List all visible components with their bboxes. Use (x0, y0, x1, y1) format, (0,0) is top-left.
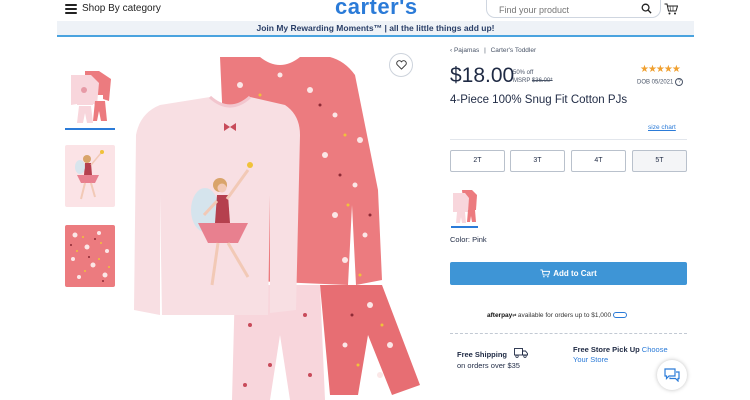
dashed-divider (450, 333, 687, 334)
afterpay-info: afterpay⇄ available for orders up to $1,… (487, 312, 628, 319)
menu-icon[interactable] (65, 4, 77, 14)
msrp-label: MSRP (513, 78, 531, 84)
color-swatch-pink[interactable] (450, 186, 478, 224)
free-shipping-title: Free Shipping (457, 350, 508, 359)
price-discount: 50% off MSRP $36.00* (513, 69, 553, 85)
thumbnail-pajama-set[interactable] (65, 65, 115, 125)
color-swatch-image (453, 190, 477, 223)
size-option-3t[interactable]: 3T (510, 150, 565, 172)
breadcrumb: ‹ Pajamas | Carter's Toddler (450, 47, 539, 54)
product-title: 4-Piece 100% Snug Fit Cotton PJs (450, 94, 628, 106)
site-header: Shop By category carter's (0, 0, 750, 20)
floral-fabric-image (70, 231, 110, 282)
search-icon[interactable] (641, 3, 652, 14)
size-option-2t[interactable]: 2T (450, 150, 505, 172)
size-option-5t[interactable]: 5T (632, 150, 687, 172)
divider (450, 139, 687, 140)
swatch-selected-indicator (451, 226, 478, 228)
chat-icon (664, 368, 680, 382)
size-option-4t[interactable]: 4T (571, 150, 626, 172)
cart-icon (540, 269, 551, 278)
pajama-set-thumbnail-image (71, 71, 111, 123)
choose-store-link[interactable]: Choose (642, 345, 668, 354)
breadcrumb-separator: | (484, 47, 486, 54)
date-of-birth-info: DOB 05/2021? (637, 78, 684, 86)
heart-icon (395, 60, 407, 70)
ballerina-detail-image (75, 150, 104, 200)
breadcrumb-carters-toddler[interactable]: Carter's Toddler (491, 47, 537, 54)
carters-logo[interactable]: carter's (335, 0, 418, 20)
cart-icon[interactable] (664, 3, 678, 15)
product-main-image (134, 57, 420, 400)
breadcrumb-pajamas[interactable]: ‹ Pajamas (450, 47, 479, 54)
chat-button[interactable] (657, 360, 687, 390)
size-chart-link[interactable]: size chart (648, 124, 676, 131)
choose-store-link-2[interactable]: Your Store (573, 355, 608, 364)
thumbnail-floral-fabric[interactable] (65, 225, 115, 287)
thumbnail-selected-indicator (65, 128, 115, 130)
product-price: $18.00 (450, 64, 515, 87)
afterpay-info-icon[interactable] (613, 312, 628, 319)
afterpay-logo: afterpay (487, 312, 513, 319)
search-box[interactable] (486, 0, 661, 18)
thumbnail-ballerina-detail[interactable] (65, 145, 115, 207)
search-input[interactable] (499, 2, 639, 18)
dob-label: DOB 05/2021 (637, 79, 674, 86)
discount-percent: 50% off (513, 70, 534, 76)
afterpay-text: available for orders up to $1,000 (517, 312, 612, 319)
store-pickup-title: Free Store Pick Up (573, 345, 640, 354)
add-to-cart-label: Add to Cart (553, 269, 597, 278)
rating-stars[interactable]: ★★★★★ (640, 64, 681, 75)
rewards-banner[interactable]: Join My Rewarding Moments™ | all the lit… (57, 21, 694, 37)
wishlist-button[interactable] (389, 53, 413, 77)
shop-by-category-link[interactable]: Shop By category (82, 3, 161, 14)
truck-icon (514, 348, 528, 358)
add-to-cart-button[interactable]: Add to Cart (450, 262, 687, 285)
info-icon[interactable]: ? (675, 78, 684, 86)
color-label: Color: Pink (450, 235, 487, 244)
free-shipping-subtitle: on orders over $35 (457, 361, 520, 370)
msrp-value: $36.00* (531, 78, 553, 84)
